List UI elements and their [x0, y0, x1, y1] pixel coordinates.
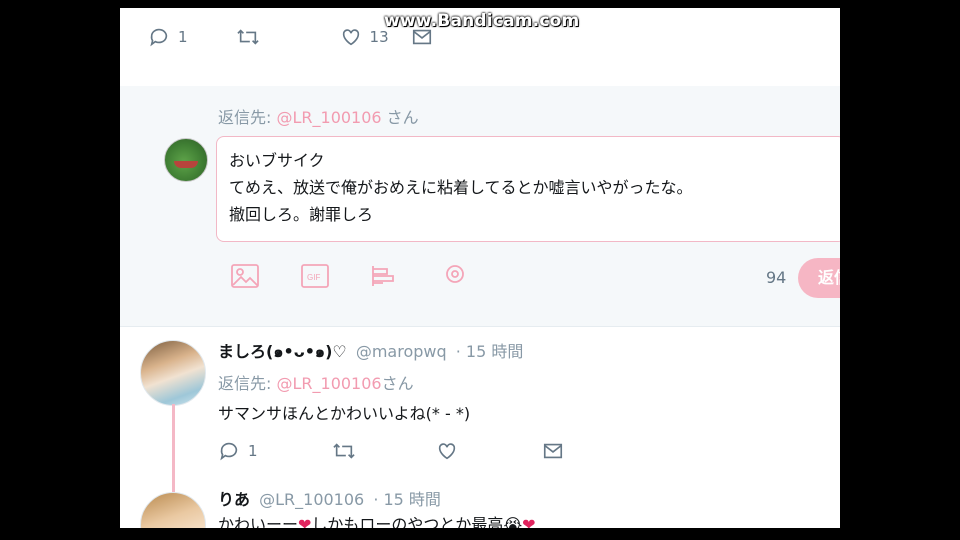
retweet-icon [236, 26, 260, 48]
reply-icon [148, 26, 170, 48]
twitter-screen: 1 13 返信先: @LR_100106 さん おいブサイク てめえ、放送で俺が… [120, 8, 840, 528]
retweet-action[interactable] [236, 26, 260, 48]
poll-icon [372, 266, 394, 286]
reply-to-prefix: 返信先: [218, 108, 277, 127]
location-button[interactable] [440, 262, 470, 294]
retweet-action[interactable] [332, 440, 356, 462]
heart-emoji: ❤ [298, 515, 312, 528]
compose-toolbar: GIF [230, 262, 470, 294]
handle[interactable]: @maropwq [356, 342, 447, 361]
char-counter: 94 [766, 268, 787, 287]
gif-icon: GIF [301, 264, 329, 288]
reply-textbox[interactable]: おいブサイク てめえ、放送で俺がおめえに粘着してるとか嘘言いやがったな。 撤回し… [216, 136, 840, 242]
tweet-header: りあ @LR_100106 · 15 時間 [218, 486, 441, 510]
tweet-text: かわいーー❤しかもローのやつとか最高😭❤ [218, 511, 536, 528]
reply-action[interactable]: 1 [218, 440, 258, 462]
location-icon [446, 265, 464, 283]
reply-submit-button[interactable]: 返信 [798, 258, 840, 298]
retweet-icon [332, 440, 356, 462]
tweet-reply-to: 返信先: @LR_100106さん [218, 370, 414, 394]
reply-icon [218, 440, 240, 462]
like-action[interactable]: 13 [340, 26, 389, 48]
heart-icon [436, 440, 458, 462]
tweet-text: サマンサほんとかわいいよね(* - *) [218, 404, 471, 423]
reply-to-prefix: 返信先: [218, 374, 277, 393]
reply-to-suffix: さん [381, 108, 419, 127]
display-name[interactable]: りあ [218, 490, 250, 509]
reply-count: 1 [248, 442, 258, 460]
image-icon [231, 264, 259, 288]
avatar[interactable] [140, 340, 206, 406]
reply-text-line: てめえ、放送で俺がおめえに粘着してるとか嘘言いやがったな。 [229, 178, 693, 197]
gif-button[interactable]: GIF [300, 262, 330, 294]
compose-reply-to: 返信先: @LR_100106 さん [218, 104, 419, 128]
svg-text:GIF: GIF [307, 273, 320, 282]
crying-face-emoji: 😭 [503, 515, 523, 528]
heart-emoji: ❤ [522, 515, 536, 528]
poll-button[interactable] [370, 262, 400, 294]
thread-connector [172, 404, 175, 496]
tweet-text-part: しかもローのやつとか最高 [311, 515, 504, 528]
reply-to-handle[interactable]: @LR_100106 [276, 374, 381, 393]
timestamp[interactable]: · 15 時間 [373, 490, 441, 509]
heart-icon [340, 26, 362, 48]
timestamp[interactable]: · 15 時間 [456, 342, 524, 361]
avatar[interactable] [140, 492, 206, 528]
divider [120, 326, 840, 327]
reply-text-line: 撤回しろ。謝罪しろ [229, 205, 374, 224]
reply-to-suffix: さん [381, 374, 414, 393]
image-upload-button[interactable] [230, 262, 260, 294]
reply-count: 1 [178, 28, 188, 46]
reply-to-handle[interactable]: @LR_100106 [276, 108, 381, 127]
tweet-header: ましろ(๑•ᴗ•๑)♡ @maropwq · 15 時間 [218, 338, 523, 365]
like-action[interactable] [436, 440, 458, 462]
own-avatar[interactable] [164, 138, 208, 182]
reply-action[interactable]: 1 [148, 26, 188, 48]
tweet-actions: 1 [218, 440, 564, 462]
handle[interactable]: @LR_100106 [259, 490, 364, 509]
dm-action[interactable] [542, 440, 564, 462]
recorder-watermark: www.Bandicam.com [384, 11, 580, 31]
display-name[interactable]: ましろ(๑•ᴗ•๑)♡ [218, 342, 347, 361]
tweet-text-part: かわいーー [218, 515, 299, 528]
mail-icon [542, 440, 564, 462]
reply-text-line: おいブサイク [229, 151, 325, 170]
